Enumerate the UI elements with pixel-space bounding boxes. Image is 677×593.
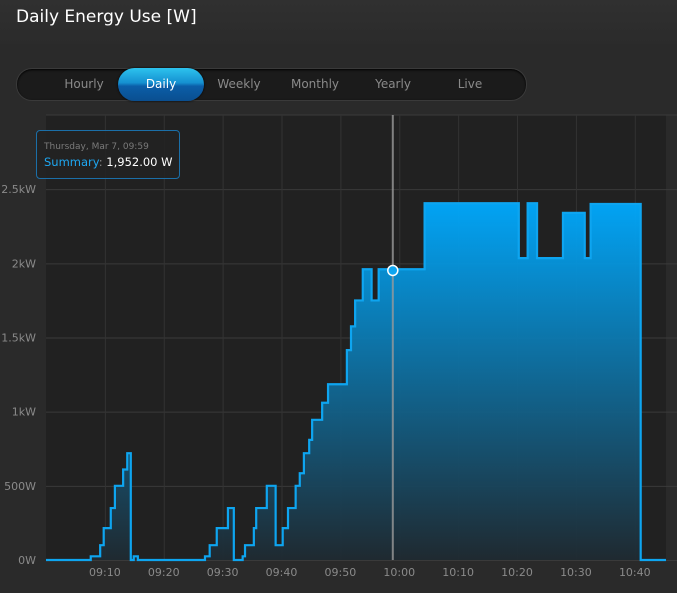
x-tick-label: 10:20 [501, 566, 533, 579]
y-tick-label: 500W [4, 480, 36, 493]
x-tick-label: 09:50 [325, 566, 357, 579]
x-tick-label: 10:30 [560, 566, 592, 579]
tooltip-separator: : [98, 155, 103, 169]
y-tick-label: 1.5kW [1, 332, 36, 345]
chart-tooltip: Thursday, Mar 7, 09:59 Summary: 1,952.00… [36, 130, 180, 179]
x-tick-label: 09:10 [89, 566, 121, 579]
energy-chart[interactable]: 0W 500W 1kW 1.5kW 2kW 2.5kW 09:10 09:20 09:30 09:… [0, 0, 677, 593]
x-tick-label: 09:30 [207, 566, 239, 579]
x-tick-label: 10:10 [442, 566, 474, 579]
x-tick-label: 10:40 [619, 566, 651, 579]
y-tick-label: 1kW [12, 406, 36, 419]
tooltip-line: Summary: 1,952.00 W [44, 155, 173, 169]
x-tick-label: 09:40 [266, 566, 298, 579]
tooltip-value: 1,952.00 W [106, 155, 173, 169]
hover-marker [387, 264, 399, 277]
y-tick-label: 2.5kW [1, 183, 36, 196]
x-tick-label: 10:00 [383, 566, 415, 579]
tooltip-date: Thursday, Mar 7, 09:59 [44, 142, 149, 152]
x-tick-label: 09:20 [148, 566, 180, 579]
y-tick-label: 2kW [12, 257, 36, 270]
y-tick-label: 0W [18, 554, 36, 567]
tooltip-series-name: Summary [44, 155, 99, 169]
